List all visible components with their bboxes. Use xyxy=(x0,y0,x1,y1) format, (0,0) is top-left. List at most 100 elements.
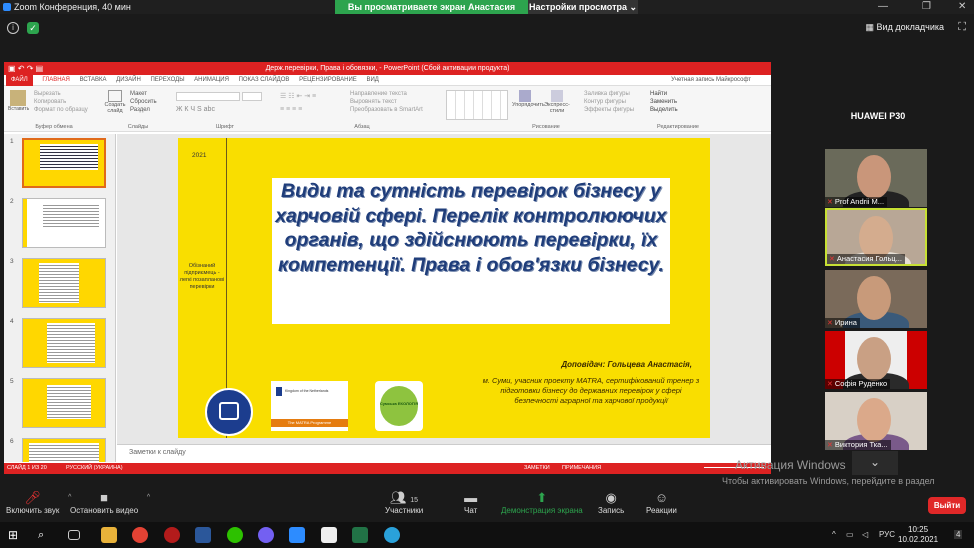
zoom-taskbar-icon[interactable] xyxy=(289,527,305,543)
slide-title-box[interactable]: Види та сутність перевірок бізнесу у хар… xyxy=(272,178,670,324)
leave-meeting-button[interactable]: Выйти xyxy=(928,497,966,514)
tab-review[interactable]: РЕЦЕНЗИРОВАНИЕ xyxy=(299,75,357,86)
video-options-caret-icon[interactable]: ^ xyxy=(147,494,150,501)
participant-tile[interactable]: ✕ Prof Andrii M... xyxy=(825,149,927,207)
slide-thumbnail[interactable] xyxy=(22,318,106,368)
collapse-gallery-button[interactable]: ⌄ xyxy=(852,451,898,475)
paste-button[interactable]: Вставить xyxy=(8,90,29,112)
current-slide[interactable]: 2021 Обізнаний підприємець - легкі позап… xyxy=(178,138,710,438)
smartart-button[interactable]: Преобразовать в SmartArt xyxy=(350,106,423,114)
format-painter-button[interactable]: Формат по образцу xyxy=(34,106,88,114)
chrome-icon[interactable] xyxy=(132,527,148,543)
participant-name-tag: ✕ Ирина xyxy=(825,318,860,328)
tab-slideshow[interactable]: ПОКАЗ СЛАЙДОВ xyxy=(239,75,290,86)
stop-video-button[interactable]: ■ Остановить видео ^ xyxy=(70,490,150,515)
speaker-view-button[interactable]: ▦ Вид докладчика xyxy=(866,22,944,33)
section-button[interactable]: Раздел xyxy=(130,106,157,114)
maximize-icon[interactable]: ❐ xyxy=(922,1,931,12)
tab-insert[interactable]: ВСТАВКА xyxy=(80,75,107,86)
muted-mic-icon: ✕ xyxy=(827,320,833,327)
opera-icon[interactable] xyxy=(164,527,180,543)
tab-file[interactable]: ФАЙЛ xyxy=(6,75,33,86)
participant-name: Анастасия Гольц... xyxy=(836,254,902,263)
tab-home[interactable]: ГЛАВНАЯ xyxy=(42,75,70,86)
share-screen-icon: ⬆ xyxy=(536,490,548,505)
status-notes-button[interactable]: ЗАМЕТКИ xyxy=(524,463,550,474)
slide-thumbnail[interactable] xyxy=(22,198,106,248)
shapes-gallery[interactable] xyxy=(446,90,508,120)
share-screen-label: Демонстрация экрана xyxy=(501,506,583,515)
task-view-icon[interactable] xyxy=(68,530,80,540)
quick-access-icons[interactable]: ▣ ↶ ↷ ▤ xyxy=(8,62,43,75)
unmute-button[interactable]: 🎤︎ Включить звук ^ xyxy=(6,490,71,515)
wechat-icon[interactable] xyxy=(227,527,243,543)
participant-tile[interactable]: ✕ Виктория Тка... xyxy=(825,392,927,450)
participant-tile-active[interactable]: ✕ Анастасия Гольц... xyxy=(825,208,927,266)
font-format-buttons[interactable]: Ж К Ч S abc xyxy=(176,106,215,113)
close-icon[interactable]: ✕ xyxy=(958,1,966,12)
arrange-button[interactable]: Упорядочить xyxy=(512,90,545,108)
viber-icon[interactable] xyxy=(258,527,274,543)
tab-animation[interactable]: АНИМАЦИЯ xyxy=(194,75,229,86)
text-direction-button[interactable]: Направление текста xyxy=(350,90,423,98)
chat-button[interactable]: ▬ Чат xyxy=(464,490,477,515)
status-comments-button[interactable]: ПРИМЕЧАНИЯ xyxy=(562,463,601,474)
slide-thumbnails-pane[interactable]: 1 2 3 4 5 6 xyxy=(4,134,116,462)
status-language[interactable]: РУССКИЙ (УКРАИНА) xyxy=(66,463,123,474)
telegram-icon[interactable] xyxy=(384,527,400,543)
tab-view[interactable]: ВИД xyxy=(366,75,378,86)
reactions-button[interactable]: ☺ Реакции xyxy=(646,490,677,515)
slide-editor[interactable]: 2021 Обізнаний підприємець - легкі позап… xyxy=(117,134,771,444)
participants-button[interactable]: 👥︎ 15 Участники xyxy=(385,490,423,515)
quick-styles-button[interactable]: Экспресс-стили xyxy=(544,90,570,114)
info-icon[interactable]: i xyxy=(7,22,19,34)
file-explorer-icon[interactable] xyxy=(101,527,117,543)
find-button[interactable]: Найти xyxy=(650,90,678,98)
network-icon[interactable]: ▭ xyxy=(846,530,854,539)
group-slides: Создать слайд Макет Сбросить Раздел Слай… xyxy=(104,88,172,130)
slide-thumbnail[interactable] xyxy=(22,138,106,188)
participant-tile[interactable]: ✕ Софія Руденко xyxy=(825,331,927,389)
tab-design[interactable]: ДИЗАЙН xyxy=(116,75,141,86)
shape-effects-button[interactable]: Эффекты фигуры xyxy=(584,106,634,114)
share-screen-button[interactable]: ⬆ Демонстрация экрана xyxy=(501,490,583,515)
windows-start-icon[interactable]: ⊞ xyxy=(8,527,24,543)
taskbar-clock[interactable]: 10:25 10.02.2021 xyxy=(898,525,938,545)
shape-outline-button[interactable]: Контур фигуры xyxy=(584,98,634,106)
participant-tile[interactable]: ✕ Ирина xyxy=(825,270,927,328)
search-icon[interactable]: ⌕ xyxy=(38,527,54,543)
ppt-window-title: Держ.перевірки, Права і обовязки, - Powe… xyxy=(265,65,510,72)
view-options-button[interactable]: Настройки просмотра ⌄ xyxy=(528,0,638,14)
notes-pane[interactable]: Заметки к слайду xyxy=(117,444,771,462)
slide-thumbnail[interactable] xyxy=(22,258,106,308)
cut-button[interactable]: Вырезать xyxy=(34,90,88,98)
fullscreen-icon[interactable]: ⛶ xyxy=(958,21,966,34)
record-button[interactable]: ◉ Запись xyxy=(598,490,624,515)
tray-expand-icon[interactable]: ^ xyxy=(832,530,836,539)
volume-icon[interactable]: ◁ xyxy=(862,530,868,539)
shape-fill-button[interactable]: Заливка фигуры xyxy=(584,90,634,98)
slide-thumbnail[interactable] xyxy=(22,378,106,428)
select-button[interactable]: Выделить xyxy=(650,106,678,114)
document-icon[interactable] xyxy=(321,527,337,543)
tab-transitions[interactable]: ПЕРЕХОДЫ xyxy=(150,75,184,86)
minimize-icon[interactable]: — xyxy=(878,1,888,12)
layout-button[interactable]: Макет xyxy=(130,90,157,98)
replace-button[interactable]: Заменить xyxy=(650,98,678,106)
new-slide-button[interactable]: Создать слайд xyxy=(104,90,126,114)
notification-center-icon[interactable]: 4 xyxy=(954,530,963,539)
font-size-input[interactable] xyxy=(242,92,262,101)
account-label[interactable]: Учетная запись Майкрософт xyxy=(671,75,751,86)
align-text-button[interactable]: Выровнять текст xyxy=(350,98,423,106)
language-indicator[interactable]: РУС xyxy=(879,530,895,539)
word-icon[interactable] xyxy=(195,527,211,543)
list-buttons[interactable]: ☰ ☷ ⇤ ⇥ ≡ xyxy=(280,92,316,100)
excel-icon[interactable] xyxy=(352,527,368,543)
security-shield-icon[interactable]: ✓ xyxy=(27,22,39,34)
copy-button[interactable]: Копировать xyxy=(34,98,88,106)
font-name-input[interactable] xyxy=(176,92,240,101)
matra-bar: The MATRA Programme xyxy=(271,419,348,427)
slide-thumbnail[interactable] xyxy=(22,438,106,462)
reset-button[interactable]: Сбросить xyxy=(130,98,157,106)
align-buttons[interactable]: ≡ ≡ ≡ ≡ xyxy=(280,106,302,113)
